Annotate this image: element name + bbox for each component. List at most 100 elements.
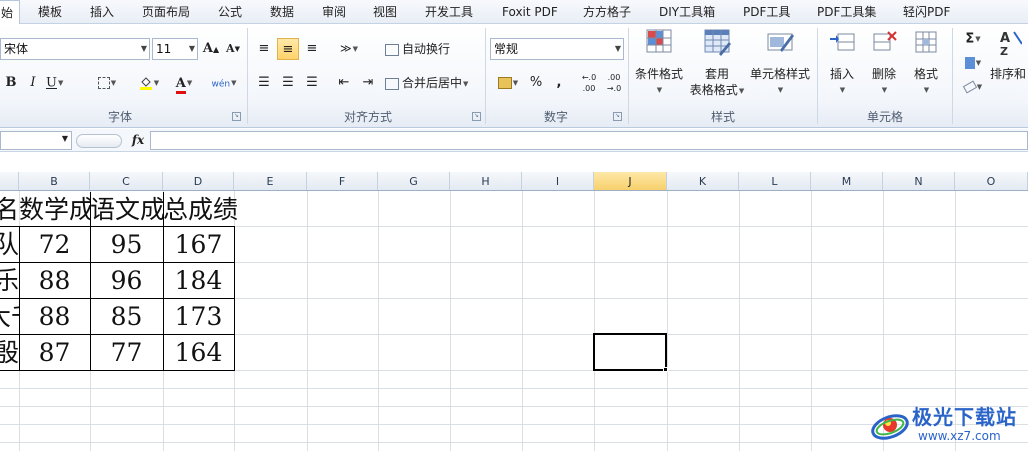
column-header[interactable]: K (667, 172, 739, 190)
underline-button[interactable]: U▼ (46, 72, 74, 94)
active-cell-selection[interactable] (593, 333, 667, 371)
cell-name[interactable]: 队 (0, 227, 19, 263)
tab-home[interactable]: 始 (0, 0, 21, 25)
cell-chinese[interactable]: 85 (90, 299, 163, 335)
tab-page-layout[interactable]: 页面布局 (142, 0, 190, 24)
column-header[interactable]: I (522, 172, 594, 190)
percent-style-button[interactable]: % (527, 72, 545, 94)
tab-data[interactable]: 数据 (270, 0, 294, 24)
alignment-dialog-launcher-icon[interactable]: ↘ (472, 112, 481, 121)
cell-chinese[interactable]: 96 (90, 263, 163, 299)
align-top-button[interactable]: ≡ (253, 38, 275, 60)
borders-button[interactable]: ▼ (92, 72, 122, 94)
column-header[interactable]: N (883, 172, 955, 190)
align-bottom-button[interactable]: ≡ (301, 38, 323, 60)
tab-review[interactable]: 审阅 (322, 0, 346, 24)
increase-indent-button[interactable]: ⇥ (357, 72, 379, 94)
caret-up-icon: ▲ (212, 44, 220, 54)
format-as-table-button[interactable]: 套用 表格格式▼ (686, 28, 748, 99)
cell-name[interactable]: 大千 (0, 299, 19, 335)
cell-chinese[interactable]: 95 (90, 227, 163, 263)
tab-developer[interactable]: 开发工具 (425, 0, 473, 24)
tab-formulas[interactable]: 公式 (218, 0, 242, 24)
column-header[interactable]: G (378, 172, 450, 190)
fill-handle[interactable] (663, 367, 668, 372)
cell-header-total[interactable]: 总成绩 (163, 192, 253, 228)
column-header[interactable]: C (90, 172, 163, 190)
cell-header-chinese[interactable]: 语文成绩 (90, 192, 163, 228)
cell-name[interactable]: 乐 (0, 263, 19, 299)
sort-filter-button[interactable]: A Z 排序和 (988, 28, 1028, 82)
tab-insert[interactable]: 插入 (90, 0, 114, 24)
formula-bar-splitter[interactable] (76, 134, 122, 148)
bold-button[interactable]: B (2, 72, 20, 94)
column-header-active[interactable]: J (594, 172, 667, 190)
merge-center-button[interactable]: 合并后居中▼ (385, 72, 480, 94)
decrease-decimal-button[interactable]: .00 →.0 (603, 72, 625, 94)
tab-diy-toolbox[interactable]: DIY工具箱 (659, 0, 715, 24)
wrap-text-button[interactable]: 自动换行 (385, 38, 465, 60)
increase-decimal-button[interactable]: ←.0 .00 (578, 72, 600, 94)
tab-fangfange[interactable]: 方方格子 (583, 0, 631, 24)
orientation-button[interactable]: ≫▼ (334, 38, 364, 60)
align-middle-button[interactable]: ≡ (277, 38, 299, 60)
column-header[interactable]: E (234, 172, 307, 190)
cell-header-math[interactable]: 数学成绩 (19, 192, 90, 228)
align-left-button[interactable]: ☰ (253, 72, 275, 94)
insert-cells-button[interactable]: 插入 ▼ (822, 28, 862, 98)
font-color-button[interactable]: A▼ (168, 72, 200, 94)
clear-button[interactable]: ▼ (958, 76, 988, 98)
fill-button[interactable]: ▼ (958, 52, 988, 74)
italic-button[interactable]: I (24, 72, 42, 94)
insert-function-button[interactable]: fx (128, 132, 148, 149)
autosum-button[interactable]: Σ▼ (958, 28, 988, 50)
align-center-button[interactable]: ☰ (277, 72, 299, 94)
tab-foxit-pdf[interactable]: Foxit PDF (502, 0, 558, 24)
font-size-combo[interactable]: 11 ▼ (152, 38, 198, 60)
cell-total[interactable]: 173 (163, 299, 234, 335)
grow-font-button[interactable]: A▲ (201, 38, 221, 60)
cell-math[interactable]: 88 (19, 299, 90, 335)
cell-styles-button[interactable]: 单元格样式 ▼ (748, 28, 812, 98)
column-header[interactable]: D (163, 172, 234, 190)
tab-pdf-tools[interactable]: PDF工具 (743, 0, 790, 24)
align-right-button[interactable]: ☰ (301, 72, 323, 94)
cell-math[interactable]: 72 (19, 227, 90, 263)
name-box[interactable]: ▼ (0, 131, 72, 150)
shrink-font-button[interactable]: A▼ (223, 38, 243, 60)
delete-cells-button[interactable]: 删除 ▼ (864, 28, 904, 98)
tab-templates[interactable]: 模板 (38, 0, 62, 24)
column-header[interactable]: F (307, 172, 378, 190)
font-name-combo[interactable]: 宋体 ▼ (0, 38, 150, 60)
fill-color-button[interactable]: ▼ (132, 72, 166, 94)
column-header[interactable]: B (19, 172, 90, 190)
column-header[interactable]: O (955, 172, 1028, 190)
font-dialog-launcher-icon[interactable]: ↘ (232, 112, 241, 121)
comma-style-button[interactable]: , (550, 72, 568, 94)
cell-math[interactable]: 88 (19, 263, 90, 299)
tab-qingshan-pdf[interactable]: 轻闪PDF (903, 0, 950, 24)
column-header-a-partial[interactable] (0, 172, 19, 190)
number-dialog-launcher-icon[interactable]: ↘ (613, 112, 622, 121)
cell-header-name[interactable]: 名 (0, 192, 19, 228)
cell-math[interactable]: 87 (19, 335, 90, 371)
tab-view[interactable]: 视图 (373, 0, 397, 24)
column-header[interactable]: L (739, 172, 811, 190)
tab-pdf-toolset[interactable]: PDF工具集 (817, 0, 876, 24)
column-header[interactable]: M (811, 172, 883, 190)
number-format-combo[interactable]: 常规 ▼ (490, 38, 624, 60)
cell-total[interactable]: 184 (163, 263, 234, 299)
cell-total[interactable]: 164 (163, 335, 234, 371)
cell-total[interactable]: 167 (163, 227, 234, 263)
conditional-formatting-button[interactable]: 条件格式 ▼ (632, 28, 686, 98)
column-header[interactable]: H (450, 172, 522, 190)
accounting-format-button[interactable]: ▼ (492, 72, 524, 94)
fill-down-icon (964, 57, 975, 69)
formula-input[interactable] (150, 131, 1028, 150)
format-cells-button[interactable]: 格式 ▼ (906, 28, 946, 98)
phonetic-guide-button[interactable]: wén▼ (208, 72, 240, 94)
decrease-indent-button[interactable]: ⇤ (333, 72, 355, 94)
cell-name[interactable]: 殷 (0, 335, 19, 371)
cell-chinese[interactable]: 77 (90, 335, 163, 371)
outdent-icon: ⇤ (338, 75, 350, 90)
